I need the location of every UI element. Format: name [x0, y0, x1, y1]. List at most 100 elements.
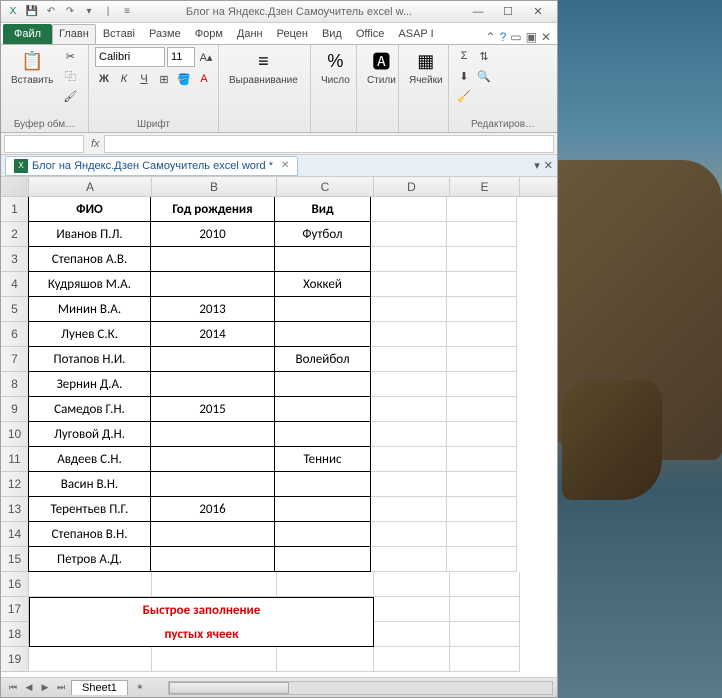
- header-cell[interactable]: Вид: [274, 197, 371, 222]
- bold-icon[interactable]: Ж: [95, 70, 113, 88]
- data-cell[interactable]: [150, 471, 275, 497]
- cell[interactable]: [447, 372, 517, 397]
- cell[interactable]: [277, 647, 374, 672]
- paste-button[interactable]: 📋 Вставить: [7, 47, 57, 88]
- data-cell[interactable]: [150, 546, 275, 572]
- row-header[interactable]: 1: [1, 197, 29, 222]
- cell[interactable]: [371, 422, 447, 447]
- format-painter-icon[interactable]: 🖌: [61, 87, 79, 105]
- cell[interactable]: [447, 347, 517, 372]
- col-header-E[interactable]: E: [450, 177, 520, 196]
- cell[interactable]: [374, 572, 450, 597]
- ribbon-opts1-icon[interactable]: ▭: [510, 30, 521, 44]
- find-icon[interactable]: 🔍: [475, 67, 493, 85]
- cell[interactable]: [447, 422, 517, 447]
- cell[interactable]: [152, 647, 277, 672]
- minimize-ribbon-icon[interactable]: ⌃: [486, 30, 496, 44]
- doc-tabs-dropdown-icon[interactable]: ▾: [534, 159, 540, 172]
- cut-icon[interactable]: ✂: [61, 47, 79, 65]
- sheet-nav-next-icon[interactable]: ▶: [37, 680, 53, 696]
- row-header[interactable]: 6: [1, 322, 29, 347]
- doc-tab-close-icon[interactable]: ✕: [277, 160, 289, 171]
- data-cell[interactable]: Хоккей: [274, 271, 371, 297]
- cell[interactable]: [29, 647, 152, 672]
- data-cell[interactable]: [150, 246, 275, 272]
- data-cell[interactable]: Луговой Д.Н.: [28, 421, 151, 447]
- ribbon-close-icon[interactable]: ✕: [541, 30, 551, 44]
- cell[interactable]: [152, 572, 277, 597]
- data-cell[interactable]: [274, 371, 371, 397]
- tab-layout[interactable]: Разме: [142, 24, 188, 44]
- sheet-nav-first-icon[interactable]: ⏮: [5, 680, 21, 696]
- cell[interactable]: [450, 597, 520, 622]
- maximize-button[interactable]: ☐: [493, 3, 523, 21]
- row-header[interactable]: 4: [1, 272, 29, 297]
- row-header[interactable]: 8: [1, 372, 29, 397]
- alignment-button[interactable]: ≡ Выравнивание: [225, 47, 302, 88]
- data-cell[interactable]: 2016: [150, 496, 275, 522]
- data-cell[interactable]: [274, 496, 371, 522]
- cell[interactable]: [371, 372, 447, 397]
- cell[interactable]: [371, 472, 447, 497]
- data-cell[interactable]: 2015: [150, 396, 275, 422]
- qat-more-icon[interactable]: ▾: [81, 4, 97, 20]
- tab-home[interactable]: Главн: [52, 24, 96, 44]
- cell[interactable]: [371, 222, 447, 247]
- sheet-nav-prev-icon[interactable]: ◀: [21, 680, 37, 696]
- data-cell[interactable]: [274, 246, 371, 272]
- cell[interactable]: [374, 597, 450, 622]
- data-cell[interactable]: [274, 296, 371, 322]
- col-header-C[interactable]: C: [277, 177, 374, 196]
- row-header[interactable]: 17: [1, 597, 29, 622]
- data-cell[interactable]: Теннис: [274, 446, 371, 472]
- col-header-B[interactable]: B: [152, 177, 277, 196]
- new-sheet-icon[interactable]: ✶: [132, 680, 148, 696]
- cell[interactable]: [447, 272, 517, 297]
- fill-color-icon[interactable]: 🪣: [175, 70, 193, 88]
- tab-asap[interactable]: ASAP I: [391, 24, 440, 44]
- data-cell[interactable]: Зернин Д.А.: [28, 371, 151, 397]
- number-button[interactable]: % Число: [317, 47, 354, 88]
- row-header[interactable]: 5: [1, 297, 29, 322]
- data-cell[interactable]: [274, 396, 371, 422]
- sheet-tab[interactable]: Sheet1: [71, 680, 128, 695]
- font-name-combo[interactable]: Calibri: [95, 47, 165, 67]
- cell[interactable]: [371, 397, 447, 422]
- cell[interactable]: [371, 547, 447, 572]
- italic-icon[interactable]: К: [115, 70, 133, 88]
- cell[interactable]: [450, 572, 520, 597]
- select-all-corner[interactable]: [1, 177, 29, 196]
- cell[interactable]: [29, 572, 152, 597]
- data-cell[interactable]: [274, 471, 371, 497]
- cell[interactable]: [371, 297, 447, 322]
- data-cell[interactable]: [150, 446, 275, 472]
- underline-icon[interactable]: Ч: [135, 70, 153, 88]
- note-cell[interactable]: Быстрое заполнение: [29, 597, 374, 622]
- name-box[interactable]: [4, 135, 84, 153]
- ribbon-opts2-icon[interactable]: ▣: [526, 30, 537, 44]
- data-cell[interactable]: Футбол: [274, 221, 371, 247]
- row-header[interactable]: 9: [1, 397, 29, 422]
- data-cell[interactable]: 2013: [150, 296, 275, 322]
- data-cell[interactable]: [274, 546, 371, 572]
- border-icon[interactable]: ⊞: [155, 70, 173, 88]
- font-size-combo[interactable]: 11: [167, 47, 195, 67]
- data-cell[interactable]: 2010: [150, 221, 275, 247]
- row-header[interactable]: 16: [1, 572, 29, 597]
- cell[interactable]: [371, 197, 447, 222]
- data-cell[interactable]: Васин В.Н.: [28, 471, 151, 497]
- cell[interactable]: [447, 397, 517, 422]
- copy-icon[interactable]: ⿻: [61, 67, 79, 85]
- row-header[interactable]: 11: [1, 447, 29, 472]
- formula-input[interactable]: [104, 135, 554, 153]
- cell[interactable]: [371, 247, 447, 272]
- cell[interactable]: [447, 497, 517, 522]
- redo-icon[interactable]: ↷: [62, 4, 78, 20]
- row-header[interactable]: 7: [1, 347, 29, 372]
- row-header[interactable]: 12: [1, 472, 29, 497]
- cell[interactable]: [374, 647, 450, 672]
- row-header[interactable]: 19: [1, 647, 29, 672]
- autosum-icon[interactable]: Σ: [455, 47, 473, 65]
- data-cell[interactable]: [150, 371, 275, 397]
- cell[interactable]: [447, 247, 517, 272]
